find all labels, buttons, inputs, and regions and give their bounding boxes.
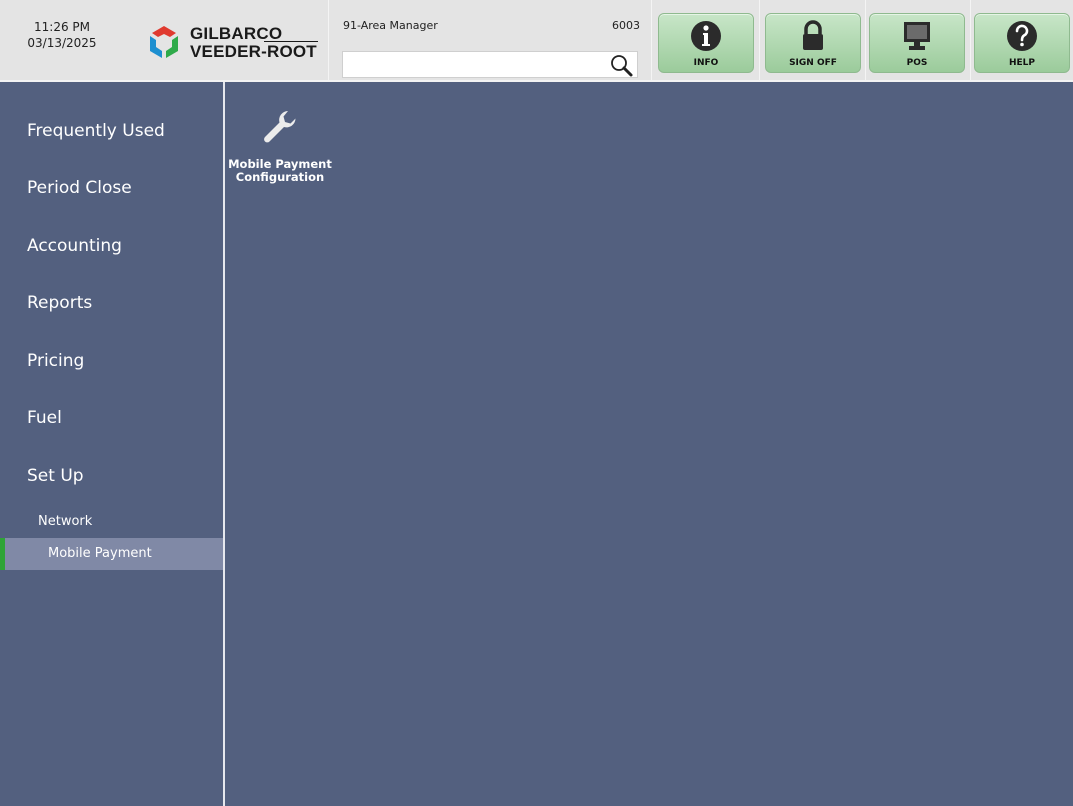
main-content: Mobile Payment Configuration: [227, 82, 1073, 806]
help-button[interactable]: HELP: [974, 13, 1070, 73]
sidebar-item-accounting[interactable]: Accounting: [0, 226, 223, 266]
sidebar-nav: Frequently Used Period Close Accounting …: [0, 82, 225, 806]
header-divider: [970, 0, 971, 80]
wrench-icon: [264, 111, 296, 143]
sidebar-item-fuel[interactable]: Fuel: [0, 398, 223, 438]
tile-label: Mobile Payment Configuration: [227, 158, 333, 184]
header-divider: [865, 0, 866, 80]
company-logo: GILBARCO VEEDER-ROOT: [142, 22, 320, 64]
sign-off-label: SIGN OFF: [789, 58, 837, 68]
header-divider: [328, 0, 329, 80]
sidebar-item-frequently-used[interactable]: Frequently Used: [0, 111, 223, 151]
help-icon: [1007, 21, 1037, 51]
help-label: HELP: [1008, 58, 1035, 68]
clock: 11:26 PM 03/13/2025: [12, 19, 112, 51]
mobile-payment-configuration-tile[interactable]: Mobile Payment Configuration: [227, 104, 333, 194]
sidebar-subitem-mobile-payment[interactable]: Mobile Payment: [0, 538, 223, 570]
user-id: 6003: [612, 19, 640, 32]
tile-label-line2: Configuration: [235, 170, 325, 184]
sidebar-item-period-close[interactable]: Period Close: [0, 168, 223, 208]
top-header: 11:26 PM 03/13/2025 GILBARCO VEEDER-ROOT…: [0, 0, 1073, 82]
sidebar-item-reports[interactable]: Reports: [0, 283, 223, 323]
sidebar-subitem-network[interactable]: Network: [0, 507, 223, 537]
active-indicator: [0, 538, 5, 570]
info-button[interactable]: INFO: [658, 13, 754, 73]
sidebar-subitem-mobile-payment-label: Mobile Payment: [48, 546, 152, 561]
monitor-icon: [904, 22, 930, 50]
sign-off-button[interactable]: SIGN OFF: [765, 13, 861, 73]
logo-text-veeder-root: VEEDER-ROOT: [190, 42, 317, 61]
logo-mark-icon: [150, 26, 178, 58]
sidebar-item-set-up[interactable]: Set Up: [0, 456, 223, 496]
pos-button[interactable]: POS: [869, 13, 965, 73]
sidebar-item-pricing[interactable]: Pricing: [0, 341, 223, 381]
clock-time: 11:26 PM: [34, 20, 90, 34]
search-input[interactable]: [342, 51, 638, 78]
lock-icon: [803, 20, 823, 50]
pos-label: POS: [906, 58, 928, 68]
search-icon[interactable]: [609, 53, 635, 79]
header-divider: [651, 0, 652, 80]
info-label: INFO: [693, 58, 719, 68]
user-search-block: 91-Area Manager 6003: [330, 0, 650, 80]
info-icon: [691, 21, 721, 51]
user-name: 91-Area Manager: [343, 19, 438, 32]
header-divider: [759, 0, 760, 80]
clock-date: 03/13/2025: [27, 36, 97, 50]
